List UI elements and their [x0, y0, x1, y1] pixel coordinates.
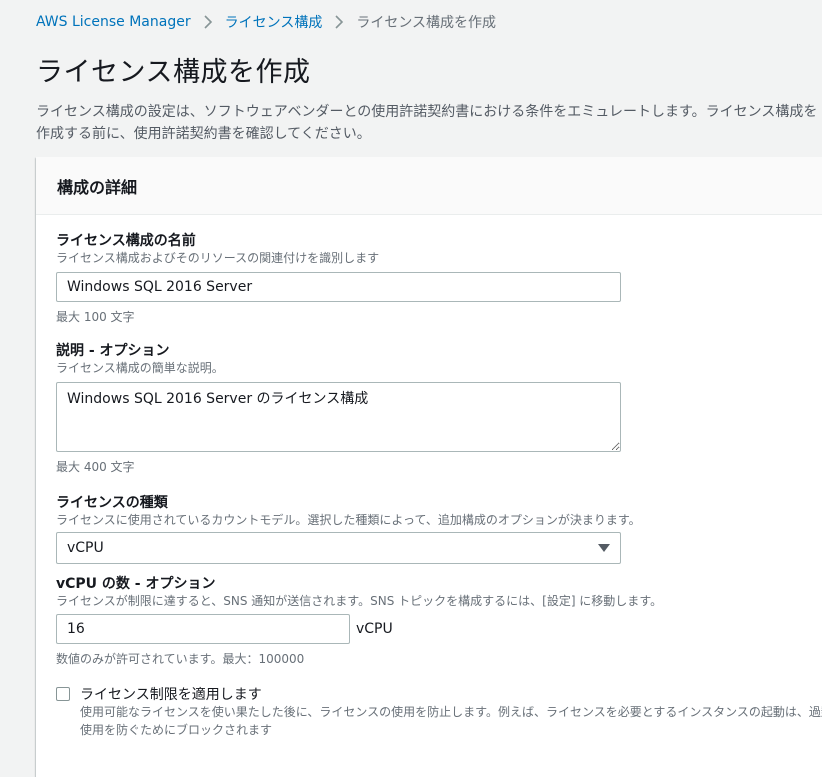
license-type-select[interactable]: vCPU [56, 532, 621, 564]
page-description: ライセンス構成の設定は、ソフトウェアベンダーとの使用許諾契約書における条件をエミ… [36, 104, 818, 142]
vcpu-count-field-group: vCPU の数 - オプション ライセンスが制限に達すると、SNS 通知が送信さ… [56, 575, 662, 609]
breadcrumb-current: ライセンス構成を作成 [356, 15, 497, 31]
breadcrumb-license-manager[interactable]: AWS License Manager [36, 14, 191, 30]
license-type-label: ライセンスの種類 [56, 495, 168, 511]
license-type-field-group: ライセンスの種類 ライセンスに使用されているカウントモデル。選択した種類によって… [56, 494, 641, 528]
vcpu-unit-label: vCPU [356, 621, 393, 637]
breadcrumb: AWS License Manager ライセンス構成 ライセンス構成を作成 [36, 12, 496, 32]
description-label: 説明 - オプション [56, 343, 170, 359]
vcpu-count-label: vCPU の数 - オプション [56, 576, 216, 592]
description-hint: 最大 400 文字 [56, 460, 135, 474]
chevron-right-icon [191, 14, 225, 30]
configuration-details-panel: 構成の詳細 ライセンス構成の名前 ライセンス構成およびそのリソースの関連付けを識… [36, 157, 822, 777]
license-type-description: ライセンスに使用されているカウントモデル。選択した種類によって、追加構成のオプシ… [56, 513, 641, 527]
panel-title: 構成の詳細 [36, 157, 822, 215]
page-title: ライセンス構成を作成 [36, 57, 311, 88]
enforce-limit-description: 使用可能なライセンスを使い果たした後に、ライセンスの使用を防止します。例えば、ラ… [80, 705, 822, 737]
name-hint: 最大 100 文字 [56, 310, 135, 324]
vcpu-count-hint: 数値のみが許可されています。最大：100000 [56, 652, 305, 666]
name-field-group: ライセンス構成の名前 ライセンス構成およびそのリソースの関連付けを識別します [56, 232, 379, 266]
vcpu-count-description: ライセンスが制限に達すると、SNS 通知が送信されます。SNS トピックを構成す… [56, 594, 663, 608]
caret-down-icon [598, 540, 610, 556]
enforce-limit-label[interactable]: ライセンス制限を適用します [80, 684, 262, 704]
name-label: ライセンス構成の名前 [56, 233, 196, 249]
vcpu-count-input[interactable] [56, 614, 350, 644]
name-description: ライセンス構成およびそのリソースの関連付けを識別します [56, 251, 380, 265]
enforce-limit-checkbox[interactable] [56, 687, 70, 701]
description-textarea[interactable]: Windows SQL 2016 Server のライセンス構成 [56, 382, 621, 452]
description-help: ライセンス構成の簡単な説明。 [56, 361, 224, 375]
breadcrumb-license-configurations[interactable]: ライセンス構成 [225, 12, 323, 32]
license-name-input[interactable] [56, 272, 621, 302]
chevron-right-icon [322, 14, 356, 30]
description-field-group: 説明 - オプション ライセンス構成の簡単な説明。 [56, 342, 224, 376]
license-type-selected: vCPU [67, 540, 104, 556]
